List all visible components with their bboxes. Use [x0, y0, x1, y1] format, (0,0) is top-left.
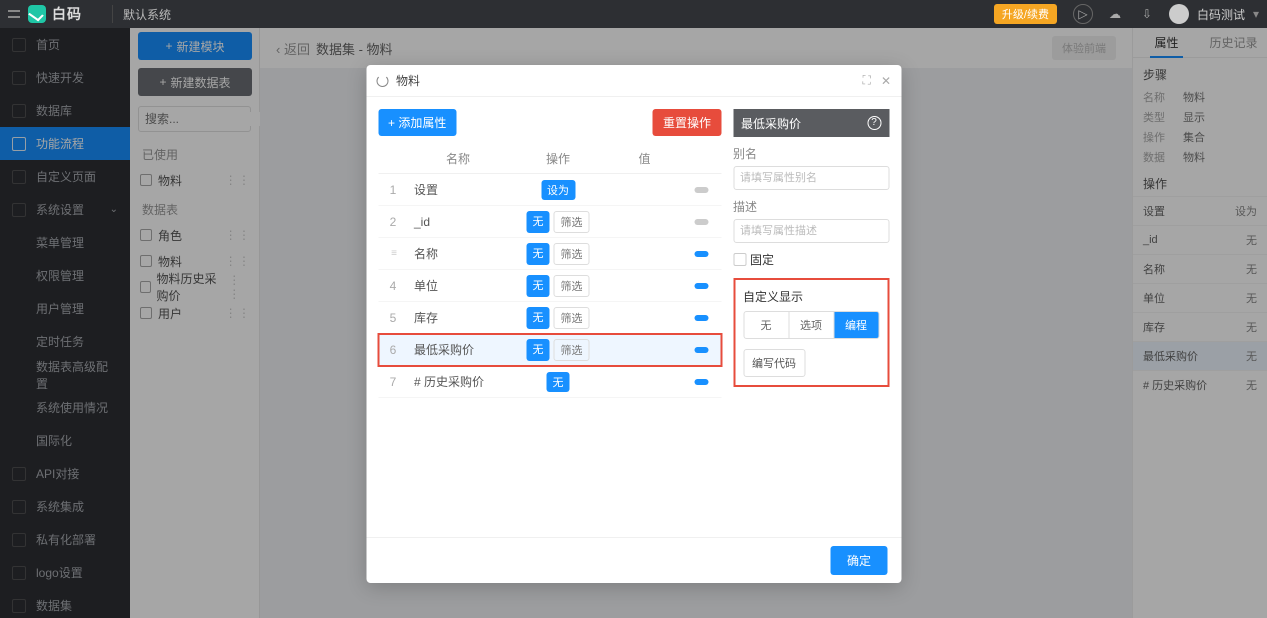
expand-icon[interactable]: ⛶: [863, 73, 871, 88]
attr-name: 设置: [408, 181, 508, 198]
attr-name: 最低采购价: [408, 341, 508, 358]
play-icon[interactable]: ▷: [1073, 4, 1093, 24]
display-segment: 无 选项 编程: [743, 311, 879, 339]
upgrade-button[interactable]: 升级/续费: [994, 4, 1057, 24]
attribute-row[interactable]: 5库存 无筛选: [378, 302, 721, 334]
attribute-row[interactable]: ≡名称 无筛选: [378, 238, 721, 270]
attribute-row[interactable]: 4单位 无筛选: [378, 270, 721, 302]
brand-name: 白码: [52, 4, 82, 24]
row-indicator: [694, 379, 708, 385]
op-pill[interactable]: 无: [527, 307, 550, 329]
download-icon[interactable]: ⇩: [1137, 4, 1157, 24]
filter-pill[interactable]: 筛选: [554, 275, 590, 297]
alias-input[interactable]: [733, 166, 889, 190]
custom-display-label: 自定义显示: [743, 288, 879, 305]
ok-button[interactable]: 确定: [831, 546, 887, 575]
row-indicator: [694, 187, 708, 193]
user-name[interactable]: 白码测试: [1197, 6, 1245, 23]
row-indicator: [694, 315, 708, 321]
attribute-row[interactable]: 6最低采购价 无筛选: [378, 334, 721, 366]
attribute-row[interactable]: 7# 历史采购价 无: [378, 366, 721, 398]
row-index: 7: [378, 375, 408, 389]
attr-name: 名称: [408, 245, 508, 262]
attr-name: _id: [408, 215, 508, 229]
add-attribute-button[interactable]: + 添加属性: [378, 109, 456, 136]
filter-pill[interactable]: 筛选: [554, 243, 590, 265]
row-index: 2: [378, 215, 408, 229]
row-indicator: [694, 283, 708, 289]
attribute-modal: 物料 ⛶ ✕ + 添加属性 重置操作 名称 操作 值 1设置设为2_id无筛选≡…: [366, 65, 901, 583]
alias-label: 别名: [733, 145, 889, 162]
desc-label: 描述: [733, 198, 889, 215]
user-avatar[interactable]: [1169, 4, 1189, 24]
row-indicator: [694, 219, 708, 225]
row-index: 6: [378, 343, 408, 357]
reload-icon[interactable]: [376, 75, 388, 87]
op-pill[interactable]: 无: [527, 275, 550, 297]
modal-title: 物料: [396, 72, 420, 89]
op-pill[interactable]: 设为: [541, 180, 575, 200]
attr-name: 单位: [408, 277, 508, 294]
table-header: 名称 操作 值: [378, 144, 721, 174]
attribute-row[interactable]: 2_id 无筛选: [378, 206, 721, 238]
menu-toggle-icon[interactable]: [8, 8, 20, 20]
app-logo: [28, 5, 46, 23]
fixed-checkbox[interactable]: 固定: [733, 251, 889, 268]
system-name[interactable]: 默认系统: [123, 6, 171, 23]
filter-pill[interactable]: 筛选: [554, 339, 590, 361]
cloud-icon[interactable]: ☁: [1105, 4, 1125, 24]
op-pill[interactable]: 无: [527, 339, 550, 361]
desc-input[interactable]: [733, 219, 889, 243]
row-indicator: [694, 347, 708, 353]
detail-header: 最低采购价?: [733, 109, 889, 137]
op-pill[interactable]: 无: [527, 243, 550, 265]
seg-none[interactable]: 无: [744, 312, 788, 338]
row-index: 5: [378, 311, 408, 325]
attribute-row[interactable]: 1设置 设为: [378, 174, 721, 206]
op-pill[interactable]: 无: [527, 211, 550, 233]
close-icon[interactable]: ✕: [881, 74, 891, 88]
write-code-button[interactable]: 编写代码: [743, 349, 805, 377]
row-index: 4: [378, 279, 408, 293]
reset-operation-button[interactable]: 重置操作: [653, 109, 721, 136]
filter-pill[interactable]: 筛选: [554, 211, 590, 233]
op-pill[interactable]: 无: [547, 372, 570, 392]
help-icon[interactable]: ?: [867, 116, 881, 130]
row-indicator: [694, 251, 708, 257]
drag-handle-icon[interactable]: ≡: [378, 248, 408, 259]
filter-pill[interactable]: 筛选: [554, 307, 590, 329]
attr-name: 库存: [408, 309, 508, 326]
attr-name: # 历史采购价: [408, 373, 508, 390]
row-index: 1: [378, 183, 408, 197]
chevron-down-icon[interactable]: ▾: [1253, 7, 1259, 21]
seg-code[interactable]: 编程: [833, 312, 878, 338]
seg-option[interactable]: 选项: [788, 312, 833, 338]
custom-display-box: 自定义显示 无 选项 编程 编写代码: [733, 278, 889, 387]
top-bar: 白码 默认系统 升级/续费 ▷ ☁ ⇩ 白码测试 ▾: [0, 0, 1267, 28]
